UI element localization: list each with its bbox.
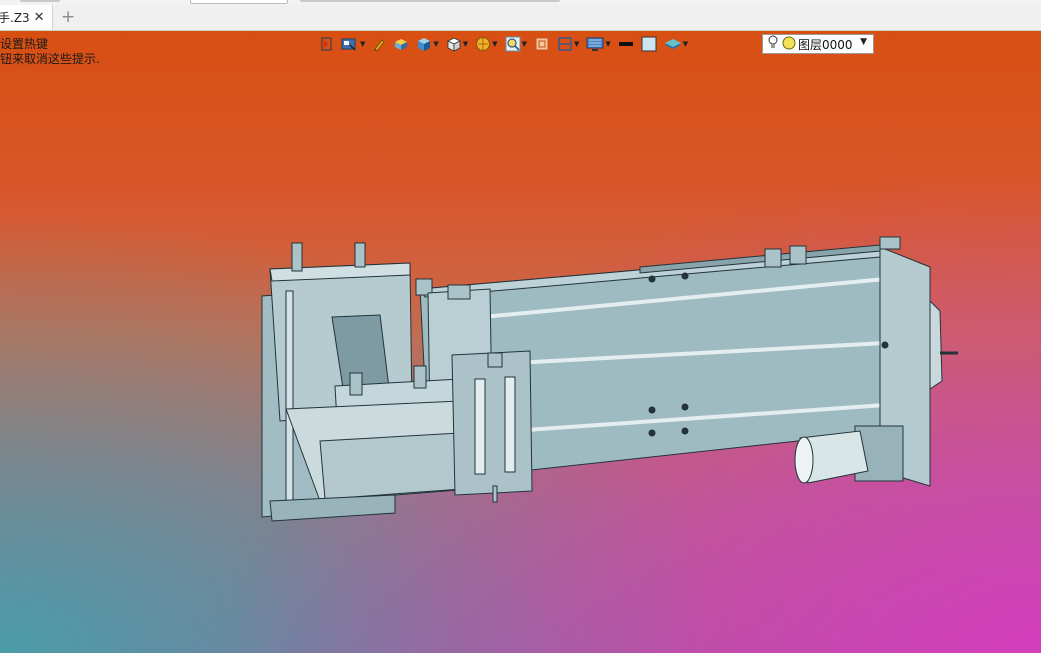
bolt [354,242,366,268]
cad-model[interactable] [0,31,1041,653]
cylinder-pin [492,485,498,503]
rail-bracket [789,245,807,265]
cylinder-rod [504,376,516,473]
rail-screw [881,341,889,349]
carriage-tab [447,284,471,300]
machine-assembly [261,236,958,522]
toolbar-input-remnant [190,0,288,4]
rail-screw [681,403,689,411]
close-icon[interactable]: ✕ [34,10,45,25]
tab-document[interactable]: 手.Z3 ✕ [0,5,53,30]
tab-label: 手.Z3 [0,11,30,25]
cylinder-rod [474,378,486,475]
rail-screw [648,429,656,437]
3d-viewport[interactable]: 设置热键 钮来取消这些提示. ▼ ▼ ▼ ▼ ▼ ▼ ▼ ▼ 图层0000 ▼ [0,31,1041,653]
guide-post [285,290,294,507]
rail-screw [648,275,656,283]
rail-bracket [764,248,782,268]
motor-face [794,436,814,484]
rail-screw [681,427,689,435]
handwheel [929,299,943,390]
press-bolt [413,365,427,389]
rail-screw [648,406,656,414]
lower-box-front [319,432,463,500]
bolt [291,242,303,272]
cylinder-unit [451,350,533,496]
end-cap [879,236,901,250]
add-tab-icon[interactable]: + [61,8,75,26]
press-bolt [349,372,363,396]
document-tab-bar: 手.Z3 ✕ + [0,5,1041,31]
rail-screw [681,272,689,280]
toolbar-remnant [20,0,60,2]
toolbar-remnant [300,0,560,2]
cylinder-head [487,352,503,368]
